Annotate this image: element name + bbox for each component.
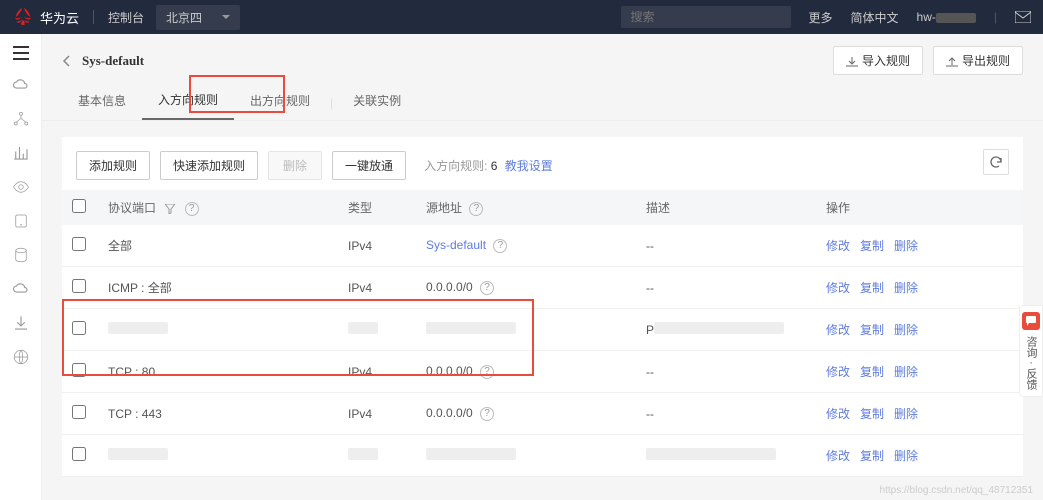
- delete-link[interactable]: 删除: [894, 407, 918, 421]
- logo-area: 华为云: [12, 6, 79, 28]
- copy-link[interactable]: 复制: [860, 281, 884, 295]
- modify-link[interactable]: 修改: [826, 323, 850, 337]
- allow-all-button[interactable]: 一键放通: [332, 151, 406, 180]
- tab-outbound-rules[interactable]: 出方向规则: [234, 86, 326, 119]
- delete-link[interactable]: 删除: [894, 239, 918, 253]
- modify-link[interactable]: 修改: [826, 365, 850, 379]
- rail-cloud-icon[interactable]: [12, 76, 30, 94]
- help-icon[interactable]: ?: [480, 365, 494, 379]
- more-link[interactable]: 更多: [809, 9, 833, 26]
- export-rules-button[interactable]: 导出规则: [933, 46, 1023, 75]
- rail-chart-icon[interactable]: [12, 144, 30, 162]
- page-title: Sys-default: [82, 53, 144, 69]
- table-row: 修改复制删除: [62, 435, 1023, 477]
- quick-add-rule-button[interactable]: 快速添加规则: [160, 151, 258, 180]
- user-menu[interactable]: hw-: [917, 10, 976, 24]
- content-card: 添加规则 快速添加规则 删除 一键放通 入方向规则: 6 教我设置 协议端口: [62, 137, 1023, 477]
- help-icon[interactable]: ?: [185, 202, 199, 216]
- toolbar-info: 入方向规则: 6 教我设置: [424, 157, 553, 174]
- add-rule-button[interactable]: 添加规则: [76, 151, 150, 180]
- modify-link[interactable]: 修改: [826, 239, 850, 253]
- table-row: TCP : 443IPv40.0.0.0/0 ?--修改复制删除: [62, 393, 1023, 435]
- help-icon[interactable]: ?: [480, 281, 494, 295]
- top-header: 华为云 控制台 北京四 更多 简体中文 hw- |: [0, 0, 1043, 34]
- col-description: 描述: [636, 190, 816, 225]
- mail-icon[interactable]: [1015, 11, 1031, 23]
- lang-selector[interactable]: 简体中文: [851, 9, 899, 26]
- import-rules-button[interactable]: 导入规则: [833, 46, 923, 75]
- row-checkbox[interactable]: [72, 447, 86, 461]
- rail-tree-icon[interactable]: [12, 110, 30, 128]
- copy-link[interactable]: 复制: [860, 365, 884, 379]
- row-checkbox[interactable]: [72, 405, 86, 419]
- chat-icon: [1022, 312, 1040, 330]
- delete-link[interactable]: 删除: [894, 365, 918, 379]
- copy-link[interactable]: 复制: [860, 407, 884, 421]
- divider: [93, 10, 94, 24]
- col-action: 操作: [816, 190, 1023, 225]
- table-row: ICMP : 全部IPv40.0.0.0/0 ?--修改复制删除: [62, 267, 1023, 309]
- tab-instances[interactable]: 关联实例: [337, 86, 417, 119]
- row-checkbox[interactable]: [72, 279, 86, 293]
- help-icon[interactable]: ?: [469, 202, 483, 216]
- row-checkbox[interactable]: [72, 363, 86, 377]
- brand-text: 华为云: [40, 8, 79, 27]
- rail-db-icon[interactable]: [12, 246, 30, 264]
- region-label: 北京四: [166, 9, 202, 26]
- filter-icon[interactable]: [165, 204, 175, 214]
- huawei-logo-icon: [12, 6, 34, 28]
- row-checkbox[interactable]: [72, 237, 86, 251]
- chevron-down-icon: [222, 15, 230, 20]
- breadcrumb-bar: Sys-default 导入规则 导出规则: [42, 34, 1043, 75]
- delete-link[interactable]: 删除: [894, 449, 918, 463]
- rules-table: 协议端口 ? 类型 源地址 ? 描述 操作 全部IPv4Sys-default …: [62, 190, 1023, 477]
- copy-link[interactable]: 复制: [860, 323, 884, 337]
- rail-eye-icon[interactable]: [12, 178, 30, 196]
- table-row: 全部IPv4Sys-default ?--修改复制删除: [62, 225, 1023, 267]
- copy-link[interactable]: 复制: [860, 239, 884, 253]
- table-row: TCP : 80IPv40.0.0.0/0 ?--修改复制删除: [62, 351, 1023, 393]
- rail-device-icon[interactable]: [12, 212, 30, 230]
- rail-download-icon[interactable]: [12, 314, 30, 332]
- import-icon: [846, 57, 858, 67]
- console-link[interactable]: 控制台: [108, 9, 144, 26]
- delete-button: 删除: [268, 151, 322, 180]
- tabs-bar: 基本信息 入方向规则 出方向规则 | 关联实例: [42, 75, 1043, 121]
- search-box[interactable]: [621, 6, 791, 28]
- source-link[interactable]: Sys-default: [426, 238, 486, 252]
- table-row: P修改复制删除: [62, 309, 1023, 351]
- watermark: https://blog.csdn.net/qq_48712351: [880, 485, 1033, 496]
- select-all-checkbox[interactable]: [72, 199, 86, 213]
- left-sidebar: [0, 34, 42, 500]
- region-selector[interactable]: 北京四: [156, 5, 240, 30]
- help-link[interactable]: 教我设置: [505, 159, 553, 173]
- main-area: Sys-default 导入规则 导出规则 基本信息 入方向规则 出方向规则 |…: [42, 34, 1043, 493]
- col-source: 源地址 ?: [416, 190, 636, 225]
- export-icon: [946, 57, 958, 67]
- toolbar: 添加规则 快速添加规则 删除 一键放通 入方向规则: 6 教我设置: [62, 137, 1023, 190]
- tab-inbound-rules[interactable]: 入方向规则: [142, 85, 234, 120]
- modify-link[interactable]: 修改: [826, 407, 850, 421]
- row-checkbox[interactable]: [72, 321, 86, 335]
- rail-cloud2-icon[interactable]: [12, 280, 30, 298]
- help-icon[interactable]: ?: [480, 407, 494, 421]
- delete-link[interactable]: 删除: [894, 323, 918, 337]
- col-protocol-port: 协议端口 ?: [98, 190, 338, 225]
- refresh-button[interactable]: [983, 149, 1009, 175]
- back-icon[interactable]: [62, 55, 70, 67]
- modify-link[interactable]: 修改: [826, 449, 850, 463]
- rail-globe-icon[interactable]: [12, 348, 30, 366]
- col-type: 类型: [338, 190, 416, 225]
- menu-icon[interactable]: [13, 46, 29, 60]
- copy-link[interactable]: 复制: [860, 449, 884, 463]
- delete-link[interactable]: 删除: [894, 281, 918, 295]
- refresh-icon: [989, 155, 1003, 169]
- tab-basic-info[interactable]: 基本信息: [62, 86, 142, 119]
- search-input[interactable]: [631, 10, 786, 24]
- help-icon[interactable]: ?: [493, 239, 507, 253]
- modify-link[interactable]: 修改: [826, 281, 850, 295]
- feedback-tab[interactable]: 咨询 · 反馈: [1019, 305, 1043, 397]
